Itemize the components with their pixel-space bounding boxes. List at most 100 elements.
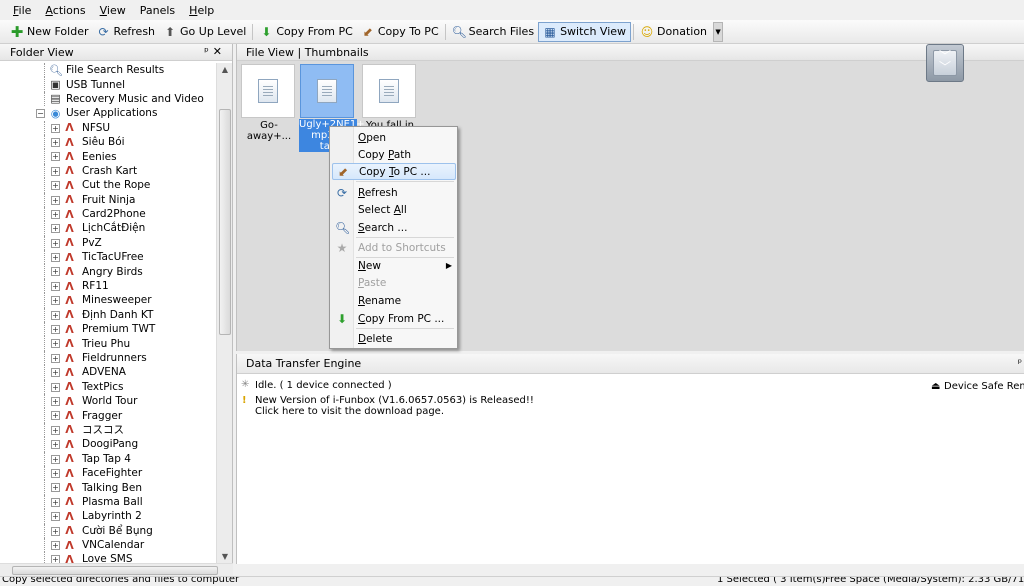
menu-item-copy-to-pc[interactable]: ⬋ Copy To PC ... <box>332 163 456 180</box>
collapse-toggle[interactable]: − <box>36 109 45 119</box>
expand-toggle[interactable]: + <box>51 454 60 464</box>
expand-toggle[interactable]: + <box>51 339 60 349</box>
expand-toggle[interactable]: + <box>51 440 60 450</box>
tree-item-app[interactable]: + Ʌ Cut the Rope <box>0 178 216 193</box>
expand-toggle[interactable]: + <box>51 382 60 392</box>
donation-button[interactable]: ☺ Donation <box>636 22 711 42</box>
menu-item-rename[interactable]: Rename <box>332 292 456 309</box>
menu-file[interactable]: File <box>6 4 38 17</box>
menu-item-select-all[interactable]: Select All <box>332 201 456 218</box>
menu-actions[interactable]: Actions <box>38 4 92 17</box>
expand-toggle[interactable]: + <box>51 526 60 536</box>
expand-toggle[interactable]: + <box>51 253 60 263</box>
h-scroll-thumb[interactable] <box>12 566 218 575</box>
expand-toggle[interactable]: + <box>51 512 60 522</box>
tree-item-app[interactable]: + Ʌ ADVENA <box>0 365 216 380</box>
device-safe-removal-button[interactable]: Device Safe Remova <box>944 381 1024 392</box>
file-thumbnail-selected[interactable] <box>300 64 354 118</box>
tree-item-app[interactable]: + Ʌ Eenies <box>0 149 216 164</box>
menu-item-delete[interactable]: Delete <box>332 330 456 347</box>
tree-item-recovery-music-video[interactable]: ▤ Recovery Music and Video <box>0 91 216 107</box>
tree-item-usb-tunnel[interactable]: ▣ USB Tunnel <box>0 77 216 92</box>
download-page-link[interactable]: Click here to visit the download page. <box>255 406 444 417</box>
expand-toggle[interactable]: + <box>51 281 60 291</box>
tree-item-app[interactable]: + Ʌ NFSU <box>0 120 216 135</box>
tree-item-app[interactable]: + Ʌ Angry Birds <box>0 264 216 279</box>
scroll-down-button[interactable]: ﹀ ﹀ <box>926 44 964 82</box>
scroll-thumb[interactable] <box>219 109 231 335</box>
tree-item-app[interactable]: + Ʌ Tap Tap 4 <box>0 451 216 466</box>
scroll-up-arrow[interactable]: ▲ <box>217 63 233 77</box>
expand-toggle[interactable]: + <box>51 368 60 378</box>
expand-toggle[interactable]: + <box>51 267 60 277</box>
tree-item-app[interactable]: + Ʌ コスコス <box>0 422 216 438</box>
copy-from-pc-button[interactable]: ⬇ Copy From PC <box>255 22 356 42</box>
expand-toggle[interactable]: + <box>51 209 60 219</box>
menu-item-copy-from-pc[interactable]: ⬇ Copy From PC ... <box>332 310 456 327</box>
menu-item-add-to-shortcuts[interactable]: ★ Add to Shortcuts <box>332 239 456 256</box>
expand-toggle[interactable]: + <box>51 310 60 320</box>
tree-item-app[interactable]: + Ʌ Fruit Ninja <box>0 192 216 207</box>
tree-item-app[interactable]: + Ʌ Plasma Ball <box>0 494 216 510</box>
tree-item-app[interactable]: + Ʌ Premium TWT <box>0 322 216 337</box>
vertical-scrollbar[interactable]: ▲ ▼ <box>216 63 232 564</box>
tree-item-user-applications[interactable]: − ◉ User Applications <box>0 106 216 120</box>
expand-toggle[interactable]: + <box>51 468 60 478</box>
tree-item-app[interactable]: + Ʌ TextPics <box>0 379 216 394</box>
menu-item-refresh[interactable]: ⟳ Refresh <box>332 184 456 201</box>
expand-toggle[interactable]: + <box>51 425 60 435</box>
menu-item-new[interactable]: New ▶ <box>332 257 456 274</box>
tree-item-app[interactable]: + Ʌ Siêu Bói <box>0 134 216 150</box>
menu-item-open[interactable]: Open <box>332 129 456 146</box>
tree-item-app[interactable]: + Ʌ Minesweeper <box>0 293 216 308</box>
pin-icon[interactable]: ᵖ <box>204 45 213 58</box>
expand-toggle[interactable]: + <box>51 224 60 234</box>
copy-to-pc-button[interactable]: ⬋ Copy To PC <box>357 22 443 42</box>
new-folder-button[interactable]: ✚ New Folder <box>6 22 92 42</box>
menu-help[interactable]: Help <box>182 4 221 17</box>
expand-toggle[interactable]: + <box>51 238 60 248</box>
menu-item-paste[interactable]: Paste <box>332 274 456 291</box>
menu-view[interactable]: View <box>93 4 133 17</box>
go-up-level-button[interactable]: ⬆ Go Up Level <box>159 22 250 42</box>
expand-toggle[interactable]: + <box>51 195 60 205</box>
tree-item-app[interactable]: + Ʌ Labyrinth 2 <box>0 509 216 524</box>
tree-item-app[interactable]: + Ʌ RF11 <box>0 278 216 294</box>
expand-toggle[interactable]: + <box>51 181 60 191</box>
scroll-down-arrow[interactable]: ▼ <box>217 550 233 564</box>
expand-toggle[interactable]: + <box>51 325 60 335</box>
tree-item-app[interactable]: + Ʌ Định Danh KT <box>0 307 216 323</box>
tree-item-app[interactable]: + Ʌ Cười Bể Bụng <box>0 523 216 538</box>
panel-controls[interactable]: ᵖ✕ <box>204 45 226 58</box>
file-thumbnail[interactable] <box>362 64 416 118</box>
tree-item-app[interactable]: + Ʌ Talking Ben <box>0 480 216 495</box>
toolbar-overflow-button[interactable]: ▼ <box>713 21 724 42</box>
expand-toggle[interactable]: + <box>51 396 60 406</box>
expand-toggle[interactable]: + <box>51 540 60 550</box>
menu-panels[interactable]: Panels <box>133 4 182 17</box>
expand-toggle[interactable]: + <box>51 353 60 363</box>
tree-item-app[interactable]: + Ʌ DoogiPang <box>0 437 216 452</box>
menu-item-copy-path[interactable]: Copy Path <box>332 146 456 163</box>
file-thumbnail[interactable] <box>241 64 295 118</box>
refresh-button[interactable]: ⟳ Refresh <box>92 22 159 42</box>
horizontal-scrollbar[interactable] <box>0 563 233 576</box>
expand-toggle[interactable]: + <box>51 166 60 176</box>
tree-item-app[interactable]: + Ʌ FaceFighter <box>0 465 216 481</box>
tree-item-app[interactable]: + Ʌ Card2Phone <box>0 206 216 222</box>
switch-view-button[interactable]: ▦ Switch View <box>538 21 632 42</box>
expand-toggle[interactable]: + <box>51 483 60 493</box>
search-files-button[interactable]: 🔍︎ Search Files <box>448 22 538 42</box>
tree-item-app[interactable]: + Ʌ Trieu Phu <box>0 336 216 351</box>
tree-item-app[interactable]: + Ʌ VNCalendar <box>0 537 216 553</box>
tree-item-app[interactable]: + Ʌ World Tour <box>0 393 216 409</box>
tree-item-app[interactable]: + Ʌ TicTacUFree <box>0 250 216 265</box>
pin-icon[interactable]: ᵖ <box>1018 358 1022 369</box>
tree-item-app[interactable]: + Ʌ Fragger <box>0 408 216 423</box>
tree-item-app[interactable]: + Ʌ Crash Kart <box>0 163 216 179</box>
tree-item-file-search-results[interactable]: 🔍︎ File Search Results <box>0 63 216 78</box>
tree-item-app[interactable]: + Ʌ PvZ <box>0 235 216 251</box>
expand-toggle[interactable]: + <box>51 137 60 147</box>
expand-toggle[interactable]: + <box>51 296 60 306</box>
close-icon[interactable]: ✕ <box>213 45 226 58</box>
